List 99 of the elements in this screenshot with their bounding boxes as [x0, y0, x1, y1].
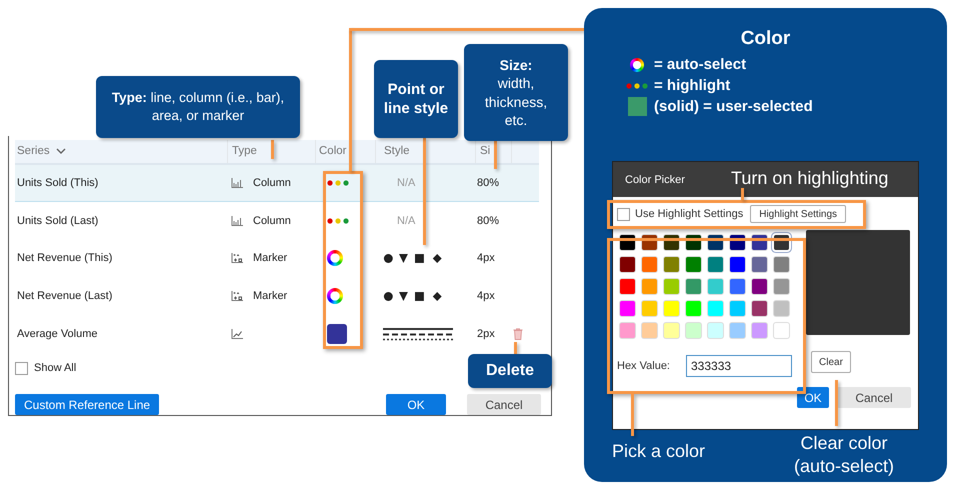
color-swatch[interactable]	[752, 257, 767, 272]
legend-label: = highlight	[654, 77, 730, 94]
series-row[interactable]: Net Revenue (Last) Marker 4px	[15, 278, 539, 316]
cancel-button[interactable]: Cancel	[467, 394, 541, 415]
color-swatch[interactable]	[620, 301, 635, 316]
column-chart-icon	[231, 216, 243, 226]
series-row[interactable]: Units Sold (Last) Column N/A 80%	[15, 202, 539, 240]
color-swatch[interactable]	[774, 279, 789, 294]
series-name: Units Sold (Last)	[17, 214, 98, 227]
checkbox-label[interactable]: Use Highlight Settings	[635, 208, 744, 220]
trash-icon[interactable]	[513, 328, 523, 340]
callout-text: width, thickness, etc.	[484, 74, 548, 129]
chevron-down-icon[interactable]	[56, 148, 66, 154]
checkbox-label[interactable]: Show All	[34, 362, 76, 374]
annotation-text: Pick a color	[612, 440, 706, 463]
series-row[interactable]: Average Volume 2px	[15, 315, 539, 354]
color-swatch[interactable]	[664, 301, 679, 316]
color-swatch[interactable]	[642, 301, 657, 316]
series-name: Net Revenue (This)	[17, 252, 112, 264]
color-swatch[interactable]	[752, 301, 767, 316]
leader-line	[631, 394, 634, 436]
column-chart-icon	[231, 178, 243, 188]
traffic-light-dots-icon	[626, 82, 648, 88]
annotation-text: Clear color (auto-select)	[792, 432, 896, 478]
series-type: Marker	[253, 252, 288, 264]
color-swatch[interactable]	[708, 323, 723, 338]
color-swatch[interactable]	[752, 279, 767, 294]
checkbox[interactable]	[15, 362, 28, 375]
color-swatch[interactable]	[686, 323, 701, 338]
color-swatch[interactable]	[664, 257, 679, 272]
checkbox[interactable]	[617, 208, 630, 220]
dialog-title: Color Picker	[625, 174, 685, 186]
line-chart-icon	[231, 328, 243, 339]
series-type: Column	[253, 177, 291, 190]
traffic-light-dots-icon[interactable]	[327, 180, 349, 186]
color-swatch[interactable]	[752, 323, 767, 338]
cancel-button[interactable]: Cancel	[837, 387, 911, 408]
hex-input-field[interactable]: 333333	[686, 355, 792, 377]
color-swatch[interactable]	[642, 323, 657, 338]
color-swatch[interactable]	[620, 279, 635, 294]
callout-title: Size:	[500, 56, 532, 74]
color-swatch[interactable]	[664, 323, 679, 338]
color-swatch[interactable]	[730, 301, 745, 316]
size-value: 2px	[477, 328, 495, 340]
series-row[interactable]: Units Sold (This) Column N/A 80%	[15, 164, 539, 202]
color-swatch[interactable]	[686, 279, 701, 294]
color-wheel-icon[interactable]	[327, 250, 343, 266]
size-value: 80%	[477, 177, 500, 190]
annotation-text: Turn on highlighting	[731, 167, 888, 190]
style-value: N/A	[396, 214, 416, 227]
color-swatch[interactable]	[664, 279, 679, 294]
clear-button[interactable]: Clear	[811, 351, 851, 373]
series-name: Average Volume	[17, 328, 98, 340]
legend-label: (solid) = user-selected	[654, 98, 813, 115]
panel-title: Color	[740, 28, 792, 50]
color-swatch[interactable]	[620, 257, 635, 272]
field-label: Hex Value:	[617, 360, 670, 372]
color-wheel-icon[interactable]	[327, 288, 343, 304]
leader-line	[271, 140, 274, 159]
color-swatch[interactable]	[730, 257, 745, 272]
highlight-settings-button[interactable]: Highlight Settings	[750, 205, 846, 223]
custom-reference-line-button[interactable]: Custom Reference Line	[15, 394, 160, 415]
color-swatch[interactable]	[327, 324, 347, 344]
color-swatch[interactable]	[708, 257, 723, 272]
size-value: 4px	[477, 290, 495, 302]
legend-label: = auto-select	[654, 56, 746, 73]
callout-text: Point or line style	[382, 80, 450, 118]
callout-text: Type: line, column (i.e., bar), area, or marker	[110, 89, 286, 125]
scatter-chart-icon	[231, 253, 243, 264]
series-name: Net Revenue (Last)	[17, 290, 112, 302]
color-swatch[interactable]	[708, 301, 723, 316]
leader-line	[494, 141, 497, 169]
color-wheel-icon	[630, 58, 644, 72]
ok-button[interactable]: OK	[797, 387, 829, 408]
series-type: Marker	[253, 290, 288, 302]
color-swatch[interactable]	[642, 257, 657, 272]
leader-line	[835, 380, 838, 426]
color-swatch[interactable]	[686, 301, 701, 316]
color-swatch[interactable]	[620, 323, 635, 338]
color-swatch[interactable]	[642, 279, 657, 294]
style-value: N/A	[396, 177, 416, 190]
series-type: Column	[253, 214, 291, 227]
color-swatch[interactable]	[730, 323, 745, 338]
callout-text: Delete	[486, 360, 534, 381]
size-value: 80%	[477, 214, 500, 227]
traffic-light-dots-icon[interactable]	[327, 218, 349, 224]
color-swatch[interactable]	[774, 257, 789, 272]
column-header[interactable]: Series	[15, 140, 227, 163]
color-swatch[interactable]	[708, 279, 723, 294]
ok-button[interactable]: OK	[386, 394, 446, 415]
series-name: Units Sold (This)	[17, 177, 98, 190]
line-styles-icon[interactable]	[383, 326, 453, 341]
color-swatch[interactable]	[774, 301, 789, 316]
color-swatch[interactable]	[686, 257, 701, 272]
series-row[interactable]: Net Revenue (This) Marker 4px	[15, 240, 539, 278]
color-swatch[interactable]	[774, 323, 789, 338]
scatter-chart-icon	[231, 291, 243, 302]
size-value: 4px	[477, 252, 495, 264]
color-swatch[interactable]	[730, 279, 745, 294]
